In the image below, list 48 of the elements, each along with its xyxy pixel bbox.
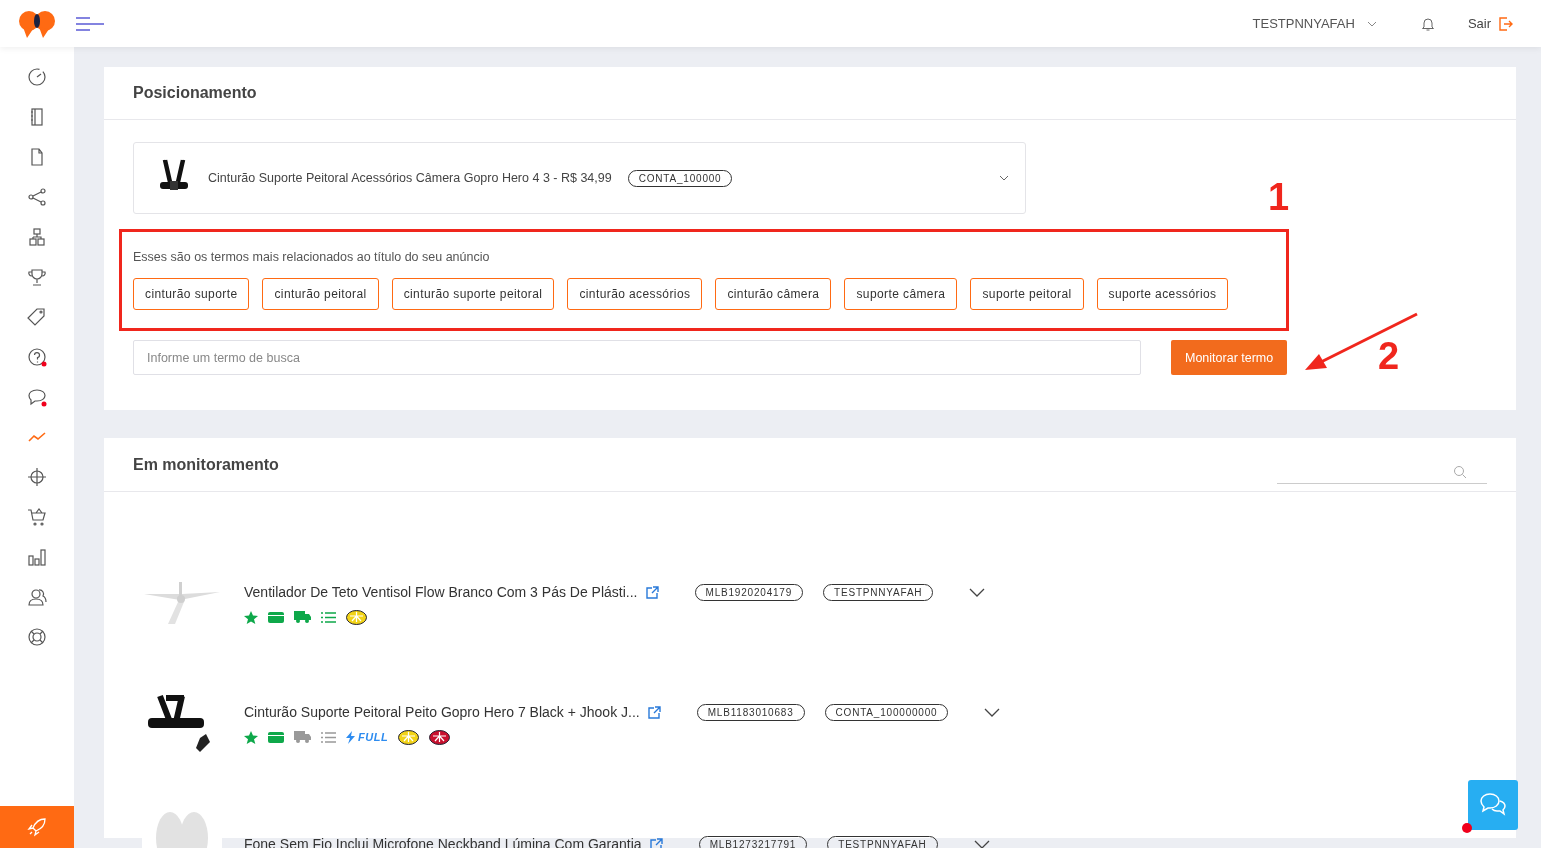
- card-title: Em monitoramento: [133, 455, 279, 474]
- bell-icon[interactable]: [1420, 15, 1435, 32]
- term-chip[interactable]: cinturão suporte peitoral: [391, 278, 555, 310]
- term-chip[interactable]: cinturão acessórios: [567, 278, 703, 310]
- chat-icon: [1479, 792, 1507, 818]
- listing-title: Ventilador De Teto Ventisol Flow Branco Com 3 Pás De Plásti...: [244, 584, 638, 600]
- chevron-down-icon[interactable]: [969, 587, 986, 597]
- crosshair-icon[interactable]: [27, 467, 47, 487]
- account-dropdown[interactable]: TESTPNNYAFAH: [1252, 16, 1377, 31]
- product-select[interactable]: Cinturão Suporte Peitoral Acessórios Câmera Gopro Hero 4 3 - R$ 34,99 CONTA_100000: [133, 142, 1026, 214]
- menu-icon[interactable]: [76, 16, 104, 31]
- annotation-number: 2: [1378, 337, 1400, 375]
- bar-chart-icon[interactable]: [27, 547, 47, 567]
- chevron-down-icon[interactable]: [984, 707, 1001, 717]
- term-chip[interactable]: suporte acessórios: [1096, 278, 1229, 310]
- term-chip[interactable]: suporte câmera: [844, 278, 958, 310]
- speech-bubble-icon[interactable]: [27, 387, 47, 407]
- term-chip[interactable]: cinturão peitoral: [262, 278, 379, 310]
- chevron-down-icon[interactable]: [973, 839, 990, 848]
- term-chip[interactable]: cinturão suporte: [133, 278, 250, 310]
- tag-icon[interactable]: [27, 307, 47, 327]
- cart-icon[interactable]: [27, 507, 47, 527]
- terms-hint: Esses são os termos mais relacionados ao título do seu anúncio: [133, 250, 491, 264]
- search-icon: [1453, 465, 1467, 479]
- users-icon[interactable]: [27, 587, 47, 607]
- share-icon[interactable]: [27, 187, 47, 207]
- annotation-number: 1: [1268, 178, 1290, 216]
- hierarchy-icon[interactable]: [27, 227, 47, 247]
- chevron-down-icon: [1366, 20, 1377, 27]
- logout-button[interactable]: Sair: [1467, 16, 1513, 31]
- full-badge: FULL: [346, 730, 389, 744]
- chevron-down-icon: [999, 175, 1009, 181]
- card-title: Posicionamento: [104, 67, 1516, 120]
- gauge-icon[interactable]: [27, 67, 47, 87]
- rocket-icon: [27, 817, 47, 837]
- notification-dot: [1462, 823, 1472, 833]
- external-link-icon[interactable]: [647, 705, 661, 719]
- search-field[interactable]: Informe um termo de busca: [133, 340, 1141, 375]
- external-link-icon[interactable]: [649, 837, 663, 848]
- external-link-icon[interactable]: [645, 585, 659, 599]
- term-chip[interactable]: suporte peitoral: [970, 278, 1084, 310]
- lifebuoy-icon[interactable]: [27, 627, 47, 647]
- logout-icon: [1499, 16, 1513, 31]
- logo-icon[interactable]: [17, 8, 57, 39]
- term-chip[interactable]: cinturão câmera: [715, 278, 832, 310]
- help-icon[interactable]: [27, 347, 47, 367]
- trophy-icon[interactable]: [27, 267, 47, 287]
- listing-title: Cinturão Suporte Peitoral Peito Gopro Hero 7 Black + Jhook J...: [244, 704, 640, 720]
